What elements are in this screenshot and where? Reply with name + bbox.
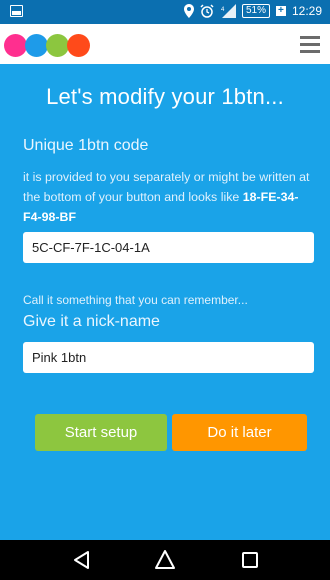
battery-level: 51% [245,5,266,16]
logo-dot-pink [4,34,27,57]
location-icon [183,3,194,19]
battery-icon: 51% [241,4,270,18]
nickname-label: Give it a nick-name [23,313,160,330]
hamburger-icon[interactable] [300,36,320,53]
main-content: Let's modify your 1btn... Unique 1btn co… [0,64,330,540]
code-label: Unique 1btn code [23,137,149,154]
alarm-icon [200,3,214,19]
nickname-input[interactable]: Pink 1btn [23,342,314,373]
code-input[interactable]: 5C-CF-7F-1C-04-1A [23,232,314,263]
nickname-hint: Call it something that you can remember.… [23,293,248,307]
status-icons: 4 51% + 12:29 [183,3,322,19]
logo-dot-green [46,34,69,57]
system-nav-bar [0,540,330,580]
signal-icon: 4 [220,3,236,19]
recents-icon[interactable] [238,548,262,572]
logo-dot-orange [67,34,90,57]
page-title: Let's modify your 1btn... [46,84,284,109]
back-icon[interactable] [70,548,94,572]
gallery-notification-icon [10,5,23,17]
start-setup-button[interactable]: Start setup [35,414,167,451]
app-bar [0,24,330,64]
charging-icon: + [275,6,286,16]
app-logo [4,34,90,57]
do-it-later-button[interactable]: Do it later [172,414,307,451]
status-bar: 4 51% + 12:29 [0,0,330,24]
clock: 12:29 [291,4,322,18]
logo-dot-blue [25,34,48,57]
svg-text:4: 4 [221,7,225,13]
home-icon[interactable] [153,548,177,572]
code-help-text: it is provided to you separately or migh… [23,167,315,227]
